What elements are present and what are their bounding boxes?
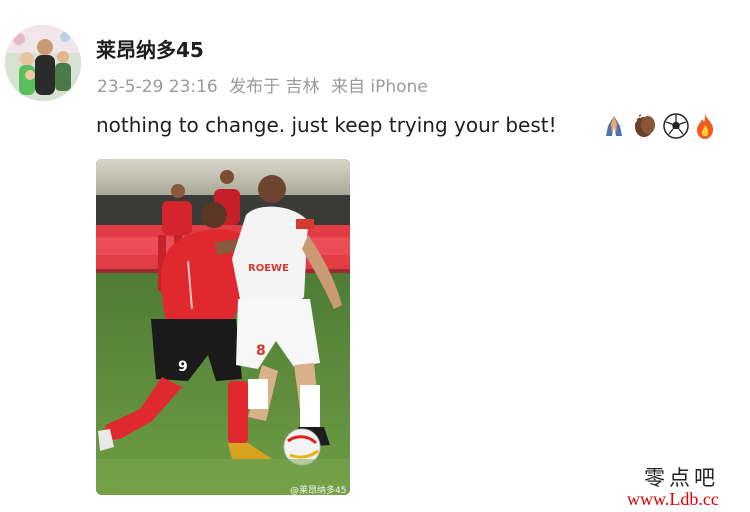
football-match-photo: 9 ROEWE 8 [96, 159, 350, 495]
player-back-number: 8 [256, 343, 266, 359]
photo-watermark: @莱昂纳多45 [290, 486, 347, 496]
post-timestamp[interactable]: 23-5-29 23:16 [97, 77, 218, 97]
site-watermark-url: www.Ldb.cc [627, 489, 719, 509]
folded-hands-icon [606, 116, 622, 136]
post-device: 来自 iPhone [330, 77, 428, 97]
post-emojis [600, 112, 717, 140]
post-text: nothing to change. just keep trying your… [96, 113, 557, 137]
post-meta: 23-5-29 23:16 发布于 吉林 来自 iPhone [97, 72, 434, 97]
sponsor-text: ROEWE [248, 263, 289, 274]
clapping-hands-icon [634, 114, 655, 137]
post-photo[interactable]: 9 ROEWE 8 [96, 159, 350, 495]
site-watermark-name: 零点吧 [644, 466, 719, 490]
player-front-number: 9 [178, 359, 188, 375]
post-location: 发布于 吉林 [229, 77, 320, 97]
avatar[interactable] [5, 25, 81, 101]
fire-icon [697, 114, 714, 139]
username[interactable]: 莱昂纳多45 [96, 34, 204, 63]
avatar-image [5, 25, 81, 101]
soccer-ball-icon [663, 113, 689, 139]
